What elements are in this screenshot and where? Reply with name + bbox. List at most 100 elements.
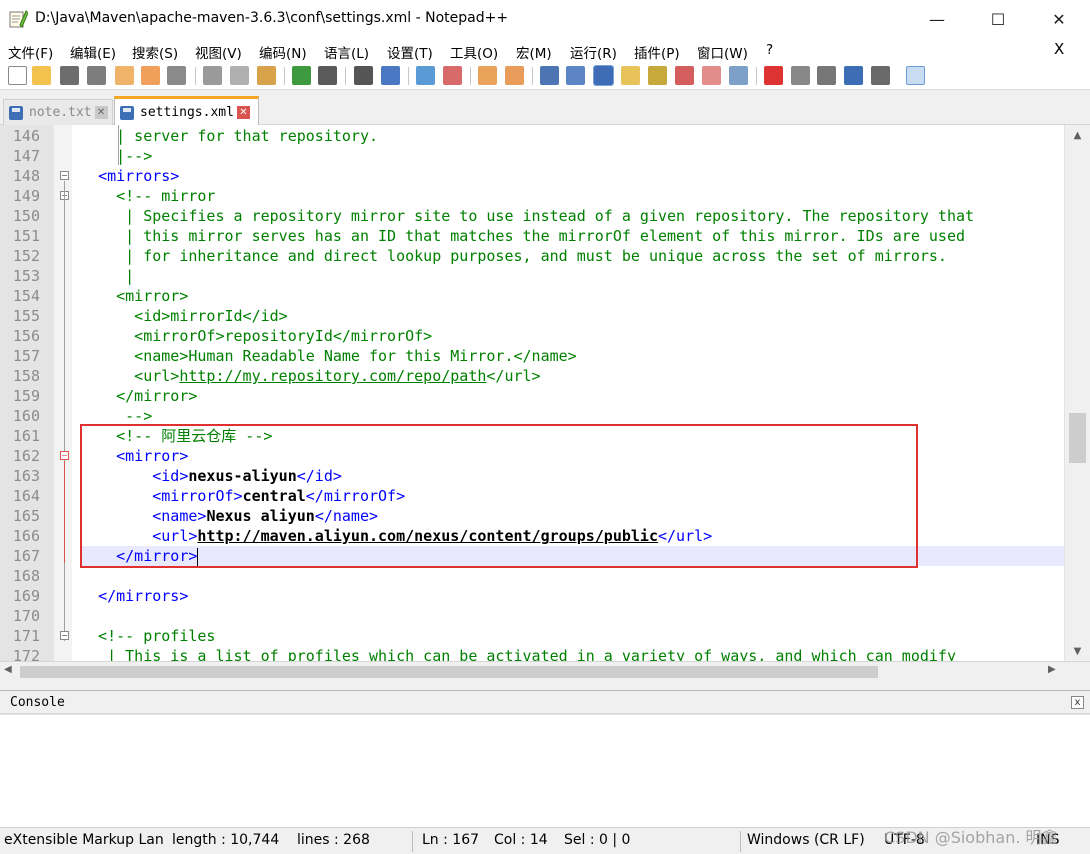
code-line[interactable]: <mirrors> [80, 166, 1090, 186]
paste-icon[interactable] [257, 66, 276, 85]
tab-note-txt[interactable]: note.txt ✕ [3, 99, 113, 125]
code-line[interactable]: <name>Human Readable Name for this Mirro… [80, 346, 1090, 366]
zoom-in-icon[interactable] [416, 66, 435, 85]
code-line[interactable]: </mirrors> [80, 586, 1090, 606]
menu-tools[interactable]: 工具(O) [450, 42, 498, 62]
menu-help[interactable]: ? [766, 42, 773, 58]
redo-icon[interactable] [318, 66, 337, 85]
code-line[interactable] [80, 566, 1090, 586]
code-line[interactable]: <url>http://maven.aliyun.com/nexus/conte… [80, 526, 1090, 546]
console-close-icon[interactable]: x [1071, 696, 1084, 709]
save-macro-icon[interactable] [871, 66, 890, 85]
code-line[interactable]: | this mirror serves has an ID that matc… [80, 226, 1090, 246]
word-wrap-icon[interactable] [540, 66, 559, 85]
code-line[interactable]: <!-- 阿里云仓库 --> [80, 426, 1090, 446]
menu-edit[interactable]: 编辑(E) [70, 42, 116, 62]
menu-encoding[interactable]: 编码(N) [259, 42, 307, 62]
vertical-scroll-thumb[interactable] [1069, 413, 1086, 463]
find-icon[interactable] [354, 66, 373, 85]
code-line[interactable] [80, 606, 1090, 626]
undo-icon[interactable] [292, 66, 311, 85]
code-line[interactable]: | This is a list of profiles which can b… [80, 646, 1090, 661]
console-title: Console [10, 695, 65, 710]
function-list-icon[interactable] [648, 66, 667, 85]
save-icon[interactable] [60, 66, 79, 85]
code-line[interactable]: <!-- mirror [80, 186, 1090, 206]
horizontal-scroll-thumb[interactable] [20, 666, 878, 678]
run-macro-multiple-icon[interactable] [844, 66, 863, 85]
fold-toggle-icon[interactable]: − [60, 631, 69, 640]
document-map-icon[interactable] [621, 66, 640, 85]
vertical-scrollbar[interactable]: ▲ ▼ [1064, 125, 1090, 661]
folder-as-workspace-icon[interactable] [675, 66, 694, 85]
close-file-icon[interactable] [115, 66, 134, 85]
line-number: 155 [12, 307, 40, 325]
save-all-icon[interactable] [87, 66, 106, 85]
sync-vertical-icon[interactable] [478, 66, 497, 85]
menu-macro[interactable]: 宏(M) [516, 42, 552, 62]
menu-plugins[interactable]: 插件(P) [634, 42, 680, 62]
code-line[interactable]: </mirror> [80, 386, 1090, 406]
menu-run[interactable]: 运行(R) [570, 42, 617, 62]
code-line[interactable]: <mirror> [80, 286, 1090, 306]
indent-guide-icon[interactable] [593, 65, 614, 86]
code-line[interactable]: | Specifies a repository mirror site to … [80, 206, 1090, 226]
scroll-down-icon[interactable]: ▼ [1069, 643, 1086, 660]
code-line[interactable]: <mirror> [80, 446, 1090, 466]
copy-icon[interactable] [230, 66, 249, 85]
console-output[interactable] [0, 714, 1090, 827]
title-bar: D:\Java\Maven\apache-maven-3.6.3\conf\se… [0, 0, 1090, 38]
play-macro-icon[interactable] [817, 66, 836, 85]
console-icon[interactable] [906, 66, 925, 85]
show-all-characters-icon[interactable] [566, 66, 585, 85]
code-line[interactable]: | server for that repository. [80, 126, 1090, 146]
code-editor[interactable]: 146 147 148 149 150 151 152 153 154 155 156 157 158 1… [0, 125, 1090, 662]
scroll-left-icon[interactable]: ◀ [4, 664, 12, 675]
code-line[interactable]: <mirrorOf>central</mirrorOf> [80, 486, 1090, 506]
code-line[interactable]: --> [80, 406, 1090, 426]
close-document-button[interactable]: X [1054, 40, 1064, 58]
cut-icon[interactable] [203, 66, 222, 85]
close-all-icon[interactable] [141, 66, 160, 85]
fold-toggle-icon[interactable]: − [60, 171, 69, 180]
menu-settings[interactable]: 设置(T) [387, 42, 433, 62]
horizontal-scrollbar[interactable]: ◀ ▶ [0, 662, 1090, 682]
code-token: <id> [152, 467, 189, 485]
code-line[interactable]: <mirrorOf>repositoryId</mirrorOf> [80, 326, 1090, 346]
zoom-out-icon[interactable] [443, 66, 462, 85]
code-line[interactable]: | [80, 266, 1090, 286]
monitoring-eye-icon[interactable] [729, 66, 748, 85]
close-window-button[interactable]: ✕ [1034, 0, 1084, 38]
stop-macro-icon[interactable] [791, 66, 810, 85]
menu-file[interactable]: 文件(F) [8, 42, 53, 62]
scroll-right-icon[interactable]: ▶ [1048, 664, 1056, 675]
open-file-icon[interactable] [32, 66, 51, 85]
menu-window[interactable]: 窗口(W) [697, 42, 748, 62]
code-line[interactable]: <name>Nexus aliyun</name> [80, 506, 1090, 526]
code-area[interactable]: | server for that repository. |--> <mirr… [72, 125, 1090, 661]
code-line[interactable]: <url>http://my.repository.com/repo/path<… [80, 366, 1090, 386]
record-macro-icon[interactable] [764, 66, 783, 85]
menu-search[interactable]: 搜索(S) [132, 42, 178, 62]
menu-language[interactable]: 语言(L) [324, 42, 369, 62]
minimize-button[interactable]: — [912, 0, 962, 38]
code-line[interactable]: <id>mirrorId</id> [80, 306, 1090, 326]
maximize-button[interactable]: ☐ [973, 0, 1023, 38]
code-line[interactable]: |--> [80, 146, 1090, 166]
replace-icon[interactable] [381, 66, 400, 85]
project-panel-icon[interactable] [702, 66, 721, 85]
tab-close-icon[interactable]: ✕ [236, 106, 250, 119]
print-icon[interactable] [167, 66, 186, 85]
code-line[interactable]: <!-- profiles [80, 626, 1090, 646]
menu-view[interactable]: 视图(V) [195, 42, 242, 62]
status-eol[interactable]: Windows (CR LF) [747, 832, 865, 848]
code-line[interactable]: </mirror> [80, 546, 1090, 566]
new-file-icon[interactable] [8, 66, 27, 85]
tab-settings-xml[interactable]: settings.xml ✕ [114, 96, 259, 126]
scroll-up-icon[interactable]: ▲ [1069, 127, 1086, 144]
code-line[interactable]: | for inheritance and direct lookup purp… [80, 246, 1090, 266]
tab-close-icon[interactable]: ✕ [94, 106, 108, 119]
sync-horizontal-icon[interactable] [505, 66, 524, 85]
code-line[interactable]: <id>nexus-aliyun</id> [80, 466, 1090, 486]
fold-toggle-icon[interactable]: − [60, 451, 69, 460]
